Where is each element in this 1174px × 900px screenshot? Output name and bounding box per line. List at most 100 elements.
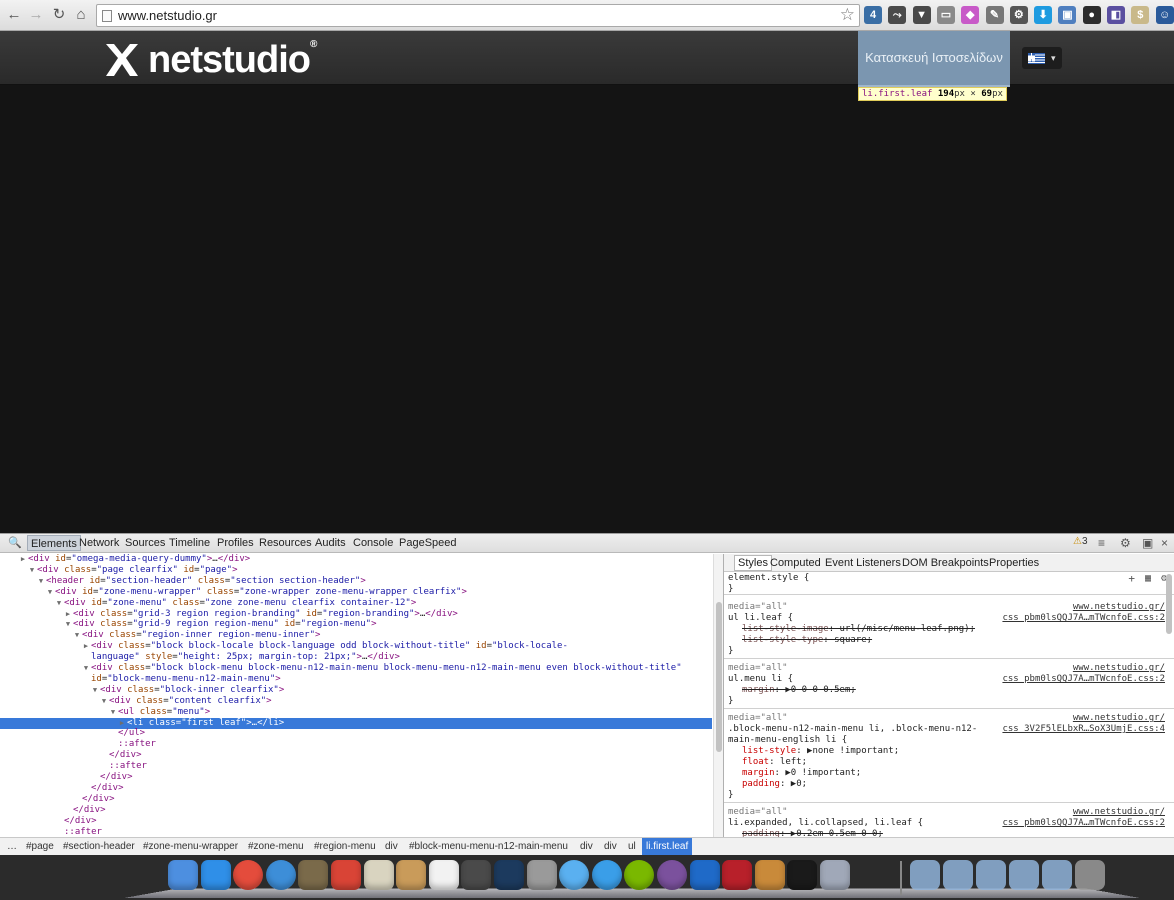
dom-node[interactable]: ▼ <div class="grid-9 region region-menu" …: [0, 619, 377, 630]
breadcrumb-item[interactable]: div: [580, 841, 593, 852]
extension-icon[interactable]: 4: [864, 6, 882, 24]
photo-app-icon[interactable]: [820, 860, 850, 890]
dom-node[interactable]: language" style="height: 25px; margin-to…: [0, 652, 400, 663]
dom-node[interactable]: ▶ <div class="block block-locale block-la…: [0, 641, 568, 652]
breadcrumb-item[interactable]: #page: [26, 841, 54, 852]
breadcrumb-item[interactable]: #zone-menu-wrapper: [143, 841, 238, 852]
dom-node[interactable]: ▼ <header id="section-header" class="sect…: [0, 576, 366, 587]
viber-icon[interactable]: [657, 860, 687, 890]
notes-icon[interactable]: [363, 860, 394, 890]
tab-sources[interactable]: Sources: [125, 537, 165, 549]
rule-selector[interactable]: main-menu-english li {: [728, 735, 847, 746]
trash-icon[interactable]: [1075, 860, 1105, 890]
dom-node[interactable]: ▼ <div id="zone-menu" class="zone zone-me…: [0, 598, 416, 609]
tab-network[interactable]: Network: [79, 537, 119, 549]
calendar-icon[interactable]: [428, 860, 459, 890]
dom-node[interactable]: </div>: [0, 816, 97, 827]
forward-icon[interactable]: →: [26, 5, 46, 25]
tab-pagespeed[interactable]: PageSpeed: [399, 537, 457, 549]
rule-file-link[interactable]: css_pbm0lsQQJ7A…mTWcnfoE.css:2: [1002, 818, 1165, 829]
sidebar-tab-dom-breakpoints[interactable]: DOM Breakpoints: [902, 557, 989, 569]
dom-node[interactable]: id="block-menu-menu-n12-main-menu">: [0, 674, 281, 685]
rule-file-link[interactable]: css_3V2F5lELbxR…SoX3UmjE.css:4: [1002, 724, 1165, 735]
extension-icon[interactable]: ⤳: [888, 6, 907, 24]
dom-node[interactable]: </ul>: [0, 728, 145, 739]
dom-node[interactable]: </div>: [0, 783, 124, 794]
bookmark-star-icon[interactable]: ☆: [840, 5, 855, 25]
breadcrumb-item[interactable]: #zone-menu: [248, 841, 304, 852]
dom-node[interactable]: ▼ <div class="region-inner region-menu-in…: [0, 630, 321, 641]
search-icon[interactable]: 🔍: [8, 536, 22, 549]
rule-selector[interactable]: li.expanded, li.collapsed, li.leaf {: [728, 818, 923, 829]
rule-source-link[interactable]: www.netstudio.gr/: [1073, 663, 1165, 674]
breadcrumb-item[interactable]: …: [7, 841, 17, 852]
breadcrumb-item-active[interactable]: li.first.leaf: [642, 838, 693, 855]
itunes-icon[interactable]: [591, 860, 622, 890]
spotify-icon[interactable]: [624, 860, 655, 890]
rule-selector[interactable]: ul.menu li {: [728, 674, 793, 685]
rule-source-link[interactable]: www.netstudio.gr/: [1073, 807, 1165, 818]
wunderlist-icon[interactable]: [331, 860, 361, 890]
safari-icon[interactable]: [265, 860, 296, 890]
user-icon[interactable]: ☺: [1155, 6, 1174, 24]
tab-console[interactable]: Console: [353, 537, 393, 549]
tab-resources[interactable]: Resources: [259, 537, 312, 549]
gear-icon[interactable]: ⚙: [1120, 536, 1131, 550]
filezilla-icon[interactable]: [722, 860, 753, 890]
downloads-folder-icon[interactable]: [976, 860, 1006, 890]
chrome-icon[interactable]: [233, 860, 264, 890]
menu-item-web-design[interactable]: Κατασκευή Ιστοσελίδων: [858, 31, 1010, 87]
dom-node[interactable]: ▼ <div class="content clearfix">: [0, 696, 272, 707]
breadcrumb-item[interactable]: div: [385, 841, 398, 852]
dom-node-selected[interactable]: ▶ <li class="first leaf">…</li>: [0, 717, 712, 729]
colorpicker-icon[interactable]: ◆: [961, 6, 980, 24]
language-switcher[interactable]: ▾: [1022, 47, 1062, 69]
css-property[interactable]: list-style-type: square;: [742, 635, 872, 646]
extension-icon[interactable]: ▭: [936, 6, 955, 24]
dom-scrollbar[interactable]: [713, 554, 723, 837]
extension-icon[interactable]: ◧: [1107, 6, 1125, 24]
css-property[interactable]: margin: ▶0 0 0 0.5em;: [742, 685, 856, 696]
download-icon[interactable]: ⬇: [1034, 6, 1053, 24]
applications-folder-icon[interactable]: [910, 860, 940, 890]
breadcrumb-item[interactable]: #block-menu-menu-n12-main-menu: [409, 841, 568, 852]
gear-icon[interactable]: ⚙: [1009, 6, 1028, 24]
tab-audits[interactable]: Audits: [315, 537, 346, 549]
css-property[interactable]: list-style: ▶none !important;: [742, 746, 899, 757]
app-store-icon[interactable]: [200, 860, 231, 890]
back-icon[interactable]: ←: [4, 5, 24, 25]
css-property[interactable]: margin: ▶0 !important;: [742, 768, 861, 779]
rule-source-link[interactable]: www.netstudio.gr/: [1073, 713, 1165, 724]
toggle-state-icon[interactable]: ▦: [1145, 573, 1151, 584]
folder-icon[interactable]: [1042, 860, 1072, 890]
photoshop-icon[interactable]: [494, 860, 524, 890]
system-preferences-icon[interactable]: [526, 860, 557, 890]
dom-node[interactable]: ▶ <div class="grid-3 region region-brandi…: [0, 609, 458, 620]
contacts-icon[interactable]: [396, 860, 427, 890]
teamviewer-icon[interactable]: [689, 860, 720, 890]
rule-file-link[interactable]: css_pbm0lsQQJ7A…mTWcnfoE.css:2: [1002, 674, 1165, 685]
css-property[interactable]: list-style-image: url(/misc/menu-leaf.pn…: [742, 624, 975, 635]
address-bar[interactable]: www.netstudio.gr ☆: [96, 4, 860, 27]
preview-icon[interactable]: [298, 860, 329, 890]
tab-profiles[interactable]: Profiles: [217, 537, 254, 549]
sidebar-tab-computed[interactable]: Computed: [770, 557, 821, 569]
rule-source-link[interactable]: www.netstudio.gr/: [1073, 602, 1165, 613]
extension-icon[interactable]: ✎: [985, 6, 1004, 24]
css-property[interactable]: float: left;: [742, 757, 807, 768]
dom-node[interactable]: ▼ <div class="page clearfix" id="page">: [0, 565, 238, 576]
css-property[interactable]: padding: ▶0;: [742, 779, 807, 790]
pocket-icon[interactable]: ▼: [912, 6, 931, 24]
dom-node[interactable]: </div>: [0, 805, 106, 816]
breadcrumb-item[interactable]: #region-menu: [314, 841, 376, 852]
dom-node[interactable]: </div>: [0, 750, 142, 761]
breadcrumb-item[interactable]: ul: [628, 841, 636, 852]
sidebar-tab-styles[interactable]: Styles: [734, 555, 772, 571]
breadcrumb-item[interactable]: div: [604, 841, 617, 852]
rule-file-link[interactable]: css_pbm0lsQQJ7A…mTWcnfoE.css:2: [1002, 613, 1165, 624]
rule-selector[interactable]: ul li.leaf {: [728, 613, 793, 624]
finder-icon[interactable]: [168, 860, 198, 890]
css-property[interactable]: padding: ▶0.2em 0.5em 0 0;: [742, 829, 883, 837]
tab-timeline[interactable]: Timeline: [169, 537, 210, 549]
extension-icon[interactable]: ▣: [1058, 6, 1077, 24]
